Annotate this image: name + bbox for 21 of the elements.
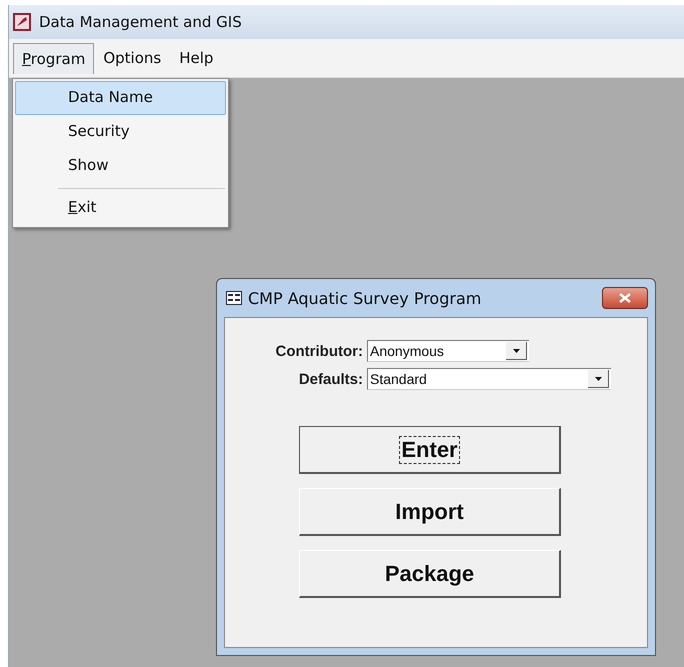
dialog-title: CMP Aquatic Survey Program — [248, 288, 482, 308]
field-label: Contributor: — [274, 342, 364, 360]
dropdown-arrow-icon — [512, 348, 520, 352]
menu-item[interactable]: Program — [13, 42, 94, 74]
window-title: Data Management and GIS — [39, 13, 242, 31]
action-button[interactable]: Enter — [299, 426, 561, 474]
close-icon — [619, 293, 631, 303]
menu-item[interactable]: Options — [94, 42, 170, 74]
dropdown-arrow-icon — [594, 376, 602, 380]
close-button[interactable] — [602, 287, 648, 309]
form-icon — [226, 291, 242, 305]
dropdown-field[interactable]: Standard — [367, 368, 611, 390]
menu-item[interactable]: Help — [170, 42, 222, 74]
menu-entry[interactable]: Security — [15, 115, 226, 149]
app-icon — [13, 13, 31, 31]
field-label: Defaults: — [298, 370, 364, 388]
action-button[interactable]: Import — [299, 488, 561, 536]
menu-entry[interactable]: Data Name — [15, 81, 226, 115]
action-button[interactable]: Package — [299, 550, 561, 598]
menu-entry[interactable]: Show — [15, 149, 226, 183]
dropdown-field[interactable]: Anonymous — [367, 340, 529, 362]
